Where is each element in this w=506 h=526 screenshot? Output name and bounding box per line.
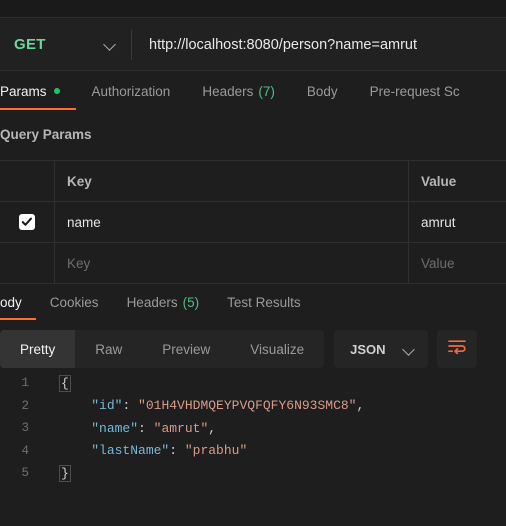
response-toolbar: Pretty Raw Preview Visualize JSON (0, 330, 506, 368)
row-checkbox-cell[interactable] (0, 202, 55, 242)
http-method-selector[interactable]: GET (0, 19, 131, 71)
header-cell-key: Key (55, 161, 409, 201)
code-line: 2 "id": "01H4VHDMQEYPVQFQFY6N93SMC8", (0, 395, 506, 418)
code-line: 1{ (0, 372, 506, 395)
view-mode-raw[interactable]: Raw (75, 330, 142, 368)
response-tab-body-label: ody (0, 294, 22, 310)
tab-headers[interactable]: Headers (7) (186, 72, 291, 110)
params-modified-dot (53, 88, 60, 94)
code-content: "lastName": "prabhu" (60, 443, 247, 458)
url-bar: GET (0, 18, 506, 71)
table-placeholder-row[interactable]: Key Value (0, 243, 506, 284)
chevron-down-icon (104, 38, 117, 51)
tab-authorization[interactable]: Authorization (76, 72, 187, 110)
code-token: "amrut" (153, 420, 209, 436)
code-line: 3 "name": "amrut", (0, 417, 506, 440)
tab-params[interactable]: Params (0, 72, 76, 110)
code-content: } (59, 464, 71, 482)
code-token: "name" (91, 420, 139, 436)
code-token: "id" (91, 398, 123, 414)
response-tab-cookies-label: Cookies (49, 294, 99, 310)
line-number: 5 (21, 466, 29, 481)
line-number: 3 (21, 421, 29, 436)
code-token: : (122, 398, 139, 414)
param-enabled-checkbox[interactable] (19, 214, 35, 230)
header-cell-checkbox (0, 161, 55, 201)
tab-pre-request-script[interactable]: Pre-request Sc (354, 72, 476, 110)
response-tab-body[interactable]: ody (0, 284, 36, 320)
response-view-mode-group: Pretty Raw Preview Visualize (0, 330, 325, 368)
code-content: { (59, 374, 71, 392)
placeholder-key-cell[interactable]: Key (55, 243, 409, 283)
code-line: 4 "lastName": "prabhu" (0, 440, 506, 463)
code-content: "id": "01H4VHDMQEYPVQFQFY6N93SMC8", (60, 398, 364, 413)
response-format-label: JSON (350, 341, 386, 357)
placeholder-value-cell[interactable]: Value (409, 243, 506, 283)
view-mode-preview-label: Preview (162, 341, 211, 357)
line-number: 4 (21, 443, 29, 458)
response-format-select[interactable]: JSON (334, 330, 429, 368)
tab-params-label: Params (0, 83, 47, 99)
table-row[interactable]: name amrut (0, 202, 506, 243)
view-mode-preview[interactable]: Preview (142, 330, 230, 368)
code-token: "prabhu" (184, 443, 248, 459)
query-params-table: Key Value name amrut Key Value (0, 160, 506, 284)
http-method-label: GET (14, 36, 46, 53)
code-token: "lastName" (91, 443, 170, 459)
tab-headers-label: Headers (202, 83, 254, 99)
tab-body-label: Body (306, 83, 338, 99)
code-line: 5} (0, 462, 506, 485)
line-number: 2 (21, 398, 29, 413)
url-input[interactable] (132, 18, 506, 71)
response-tab-headers-count: (5) (182, 294, 200, 310)
tab-headers-count: (7) (258, 83, 275, 99)
active-response-tab-underline (0, 318, 36, 320)
line-number: 1 (21, 376, 29, 391)
query-params-heading-label: Query Params (0, 126, 92, 142)
code-token: , (208, 420, 217, 436)
code-content: "name": "amrut", (60, 421, 216, 436)
tab-pre-request-script-label: Pre-request Sc (369, 83, 460, 99)
brace-match: { (59, 374, 71, 392)
word-wrap-icon (447, 339, 467, 359)
postman-request-response-pane: GET Params Authorization Headers (7) Bod… (0, 0, 506, 526)
tab-body[interactable]: Body (291, 72, 354, 110)
view-mode-raw-label: Raw (95, 341, 123, 357)
header-cell-value: Value (421, 173, 457, 189)
code-token: : (169, 443, 185, 459)
row-key-cell[interactable]: name (55, 202, 409, 242)
view-mode-visualize[interactable]: Visualize (230, 330, 324, 368)
view-mode-visualize-label: Visualize (250, 341, 305, 357)
table-header-row: Key Value (0, 161, 506, 202)
response-tab-test-results[interactable]: Test Results (213, 284, 315, 320)
query-params-heading: Query Params (0, 110, 506, 158)
row-value-cell[interactable]: amrut (409, 202, 506, 242)
view-mode-pretty[interactable]: Pretty (0, 330, 76, 368)
response-tabs: ody Cookies Headers (5) Test Results (0, 284, 506, 320)
response-tab-headers[interactable]: Headers (5) (113, 284, 214, 320)
tab-authorization-label: Authorization (91, 83, 171, 99)
response-body-viewer[interactable]: 1{2 "id": "01H4VHDMQEYPVQFQFY6N93SMC8", 3… (0, 372, 506, 526)
chevron-down-icon (403, 343, 416, 356)
placeholder-checkbox-cell (0, 243, 55, 283)
view-mode-pretty-label: Pretty (20, 341, 56, 357)
top-strip (0, 0, 506, 18)
brace-match: } (59, 464, 71, 482)
word-wrap-button[interactable] (437, 330, 478, 368)
code-token: , (356, 398, 365, 414)
code-token: "01H4VHDMQEYPVQFQFY6N93SMC8" (138, 398, 357, 414)
response-tab-cookies[interactable]: Cookies (36, 284, 113, 320)
response-tab-test-results-label: Test Results (227, 294, 301, 310)
response-tab-headers-label: Headers (126, 294, 178, 310)
code-token: : (138, 420, 154, 436)
request-tabs: Params Authorization Headers (7) Body Pr… (0, 72, 506, 110)
